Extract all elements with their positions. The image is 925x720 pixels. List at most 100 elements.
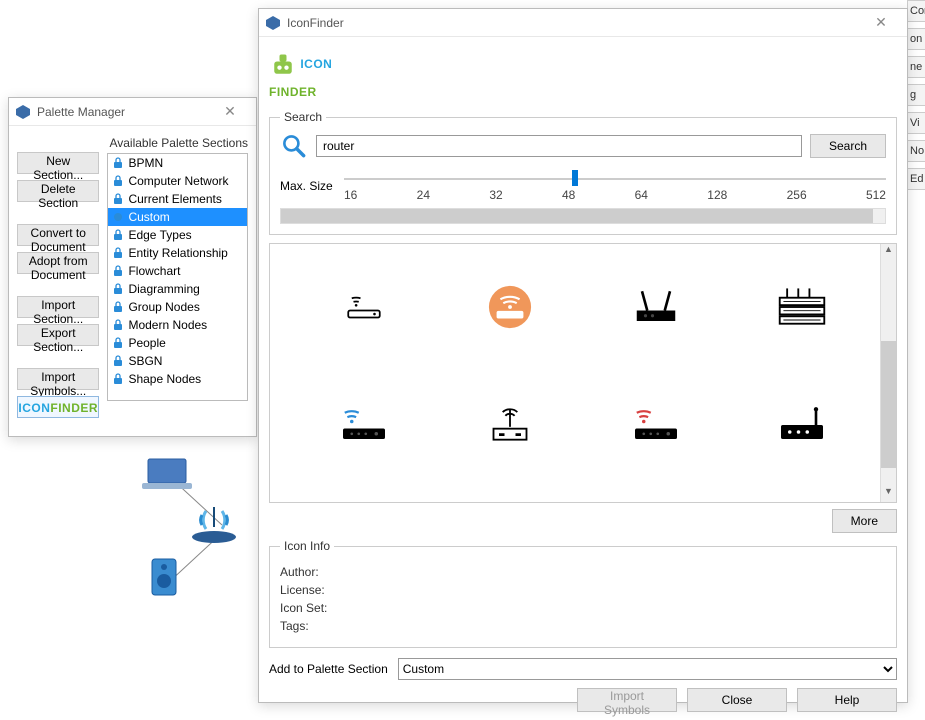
search-fieldset: Search Search Max. Size 16 24 32 48 64 128 256… — [269, 110, 897, 235]
iconfinder-window: IconFinder ✕ ICONFINDER Search Search — [258, 8, 908, 703]
app-icon — [265, 15, 281, 31]
side-fragment: Ed — [907, 168, 925, 190]
max-size-label: Max. Size — [280, 179, 344, 193]
import-symbols-dialog-button[interactable]: Import Symbols — [577, 688, 677, 712]
palette-item-diagramming[interactable]: Diagramming — [108, 280, 247, 298]
close-icon[interactable]: ✕ — [210, 103, 250, 120]
icon-results-panel: ▲ ▼ — [269, 243, 897, 503]
icon-result-router-line-antenna[interactable] — [446, 380, 574, 470]
icon-result-wifi-router-minimal[interactable] — [300, 262, 428, 352]
iconfinder-titlebar[interactable]: IconFinder ✕ — [259, 9, 907, 37]
info-tags-label: Tags: — [280, 619, 886, 633]
palette-item-label: Computer Network — [128, 174, 228, 188]
icon-result-router-stacked[interactable] — [738, 262, 866, 352]
slider-tick: 24 — [417, 188, 430, 202]
palette-item-sbgn[interactable]: SBGN — [108, 352, 247, 370]
palette-item-label: Edge Types — [128, 228, 191, 242]
slider-tick: 64 — [635, 188, 648, 202]
delete-section-button[interactable]: Delete Section — [17, 180, 99, 202]
palette-item-flowchart[interactable]: Flowchart — [108, 262, 247, 280]
icon-result-wifi-router-orange-circle[interactable] — [446, 262, 574, 352]
available-palettes-label: Available Palette Sections — [107, 136, 248, 150]
iconfinder-launch-button[interactable]: ICONFINDER — [17, 396, 99, 418]
palette-item-label: People — [128, 336, 165, 350]
search-button[interactable]: Search — [810, 134, 886, 158]
icon-result-router-solid-dots[interactable] — [738, 380, 866, 470]
palette-section-select[interactable]: Custom — [398, 658, 897, 680]
palette-item-edge-types[interactable]: Edge Types — [108, 226, 247, 244]
info-iconset-label: Icon Set: — [280, 601, 886, 615]
palette-item-label: Diagramming — [128, 282, 199, 296]
palette-manager-titlebar[interactable]: Palette Manager ✕ — [9, 98, 256, 126]
more-button[interactable]: More — [832, 509, 897, 533]
canvas-network-diagram — [130, 455, 270, 608]
palette-item-bpmn[interactable]: BPMN — [108, 154, 247, 172]
search-legend: Search — [280, 110, 326, 124]
new-section-button[interactable]: New Section... — [17, 152, 99, 174]
iconfinder-logo-icon: ICONFINDER — [18, 400, 98, 415]
palette-manager-title: Palette Manager — [37, 105, 125, 119]
palette-item-label: Entity Relationship — [128, 246, 227, 260]
side-fragment: ne — [907, 56, 925, 78]
slider-tick: 512 — [866, 188, 886, 202]
palette-item-modern-nodes[interactable]: Modern Nodes — [108, 316, 247, 334]
slider-tick: 256 — [787, 188, 807, 202]
scroll-thumb[interactable] — [881, 341, 896, 468]
palette-item-group-nodes[interactable]: Group Nodes — [108, 298, 247, 316]
robot-logo-icon — [269, 51, 297, 79]
palette-item-label: Shape Nodes — [128, 372, 201, 386]
close-icon[interactable]: ✕ — [861, 14, 901, 31]
max-size-slider[interactable]: 16 24 32 48 64 128 256 512 — [344, 170, 886, 202]
search-input[interactable] — [316, 135, 802, 157]
side-fragment: Computer — [907, 0, 925, 22]
icon-result-router-red-signal[interactable] — [592, 380, 720, 470]
import-section-button[interactable]: Import Section... — [17, 296, 99, 318]
convert-to-document-button[interactable]: Convert to Document — [17, 224, 99, 246]
help-button[interactable]: Help — [797, 688, 897, 712]
palette-manager-window: Palette Manager ✕ New Section... Delete … — [8, 97, 257, 437]
vertical-scrollbar[interactable]: ▲ ▼ — [880, 244, 896, 502]
palette-item-label: SBGN — [128, 354, 162, 368]
side-panel-fragments: Computer on ne g Vi No Ed — [907, 0, 925, 196]
import-symbols-button[interactable]: Import Symbols... — [17, 368, 99, 390]
scroll-down-icon[interactable]: ▼ — [881, 486, 896, 502]
iconfinder-logo: ICONFINDER — [269, 45, 897, 110]
palette-item-label: Current Elements — [128, 192, 221, 206]
slider-thumb[interactable] — [572, 170, 578, 186]
icon-result-wifi-router-blue-signal[interactable] — [300, 380, 428, 470]
palette-item-label: Group Nodes — [128, 300, 199, 314]
slider-tick: 32 — [489, 188, 502, 202]
side-fragment: Vi — [907, 112, 925, 134]
close-button[interactable]: Close — [687, 688, 787, 712]
side-fragment: g — [907, 84, 925, 106]
info-author-label: Author: — [280, 565, 886, 579]
palette-item-shape-nodes[interactable]: Shape Nodes — [108, 370, 247, 388]
slider-tick: 16 — [344, 188, 357, 202]
app-icon — [15, 104, 31, 120]
iconfinder-title: IconFinder — [287, 16, 344, 30]
palette-item-custom[interactable]: Custom — [108, 208, 247, 226]
palette-item-people[interactable]: People — [108, 334, 247, 352]
icon-info-fieldset: Icon Info Author: License: Icon Set: Tag… — [269, 539, 897, 648]
icon-result-router-antennas-black[interactable] — [592, 262, 720, 352]
export-section-button[interactable]: Export Section... — [17, 324, 99, 346]
palette-item-current-elements[interactable]: Current Elements — [108, 190, 247, 208]
horizontal-scrollbar[interactable] — [280, 208, 886, 224]
palette-item-label: Custom — [128, 210, 169, 224]
add-to-palette-label: Add to Palette Section — [269, 662, 388, 676]
slider-tick: 128 — [707, 188, 727, 202]
palette-item-label: BPMN — [128, 156, 163, 170]
scroll-up-icon[interactable]: ▲ — [881, 244, 896, 260]
icon-info-legend: Icon Info — [280, 539, 334, 553]
adopt-from-document-button[interactable]: Adopt from Document — [17, 252, 99, 274]
palette-item-computer-network[interactable]: Computer Network — [108, 172, 247, 190]
palette-item-label: Flowchart — [128, 264, 180, 278]
info-license-label: License: — [280, 583, 886, 597]
side-fragment: No — [907, 140, 925, 162]
palette-list[interactable]: BPMN Computer Network Current Elements Cust… — [107, 153, 248, 401]
palette-item-entity-relationship[interactable]: Entity Relationship — [108, 244, 247, 262]
search-icon — [280, 132, 308, 160]
palette-item-label: Modern Nodes — [128, 318, 207, 332]
side-fragment: on — [907, 28, 925, 50]
slider-tick: 48 — [562, 188, 575, 202]
